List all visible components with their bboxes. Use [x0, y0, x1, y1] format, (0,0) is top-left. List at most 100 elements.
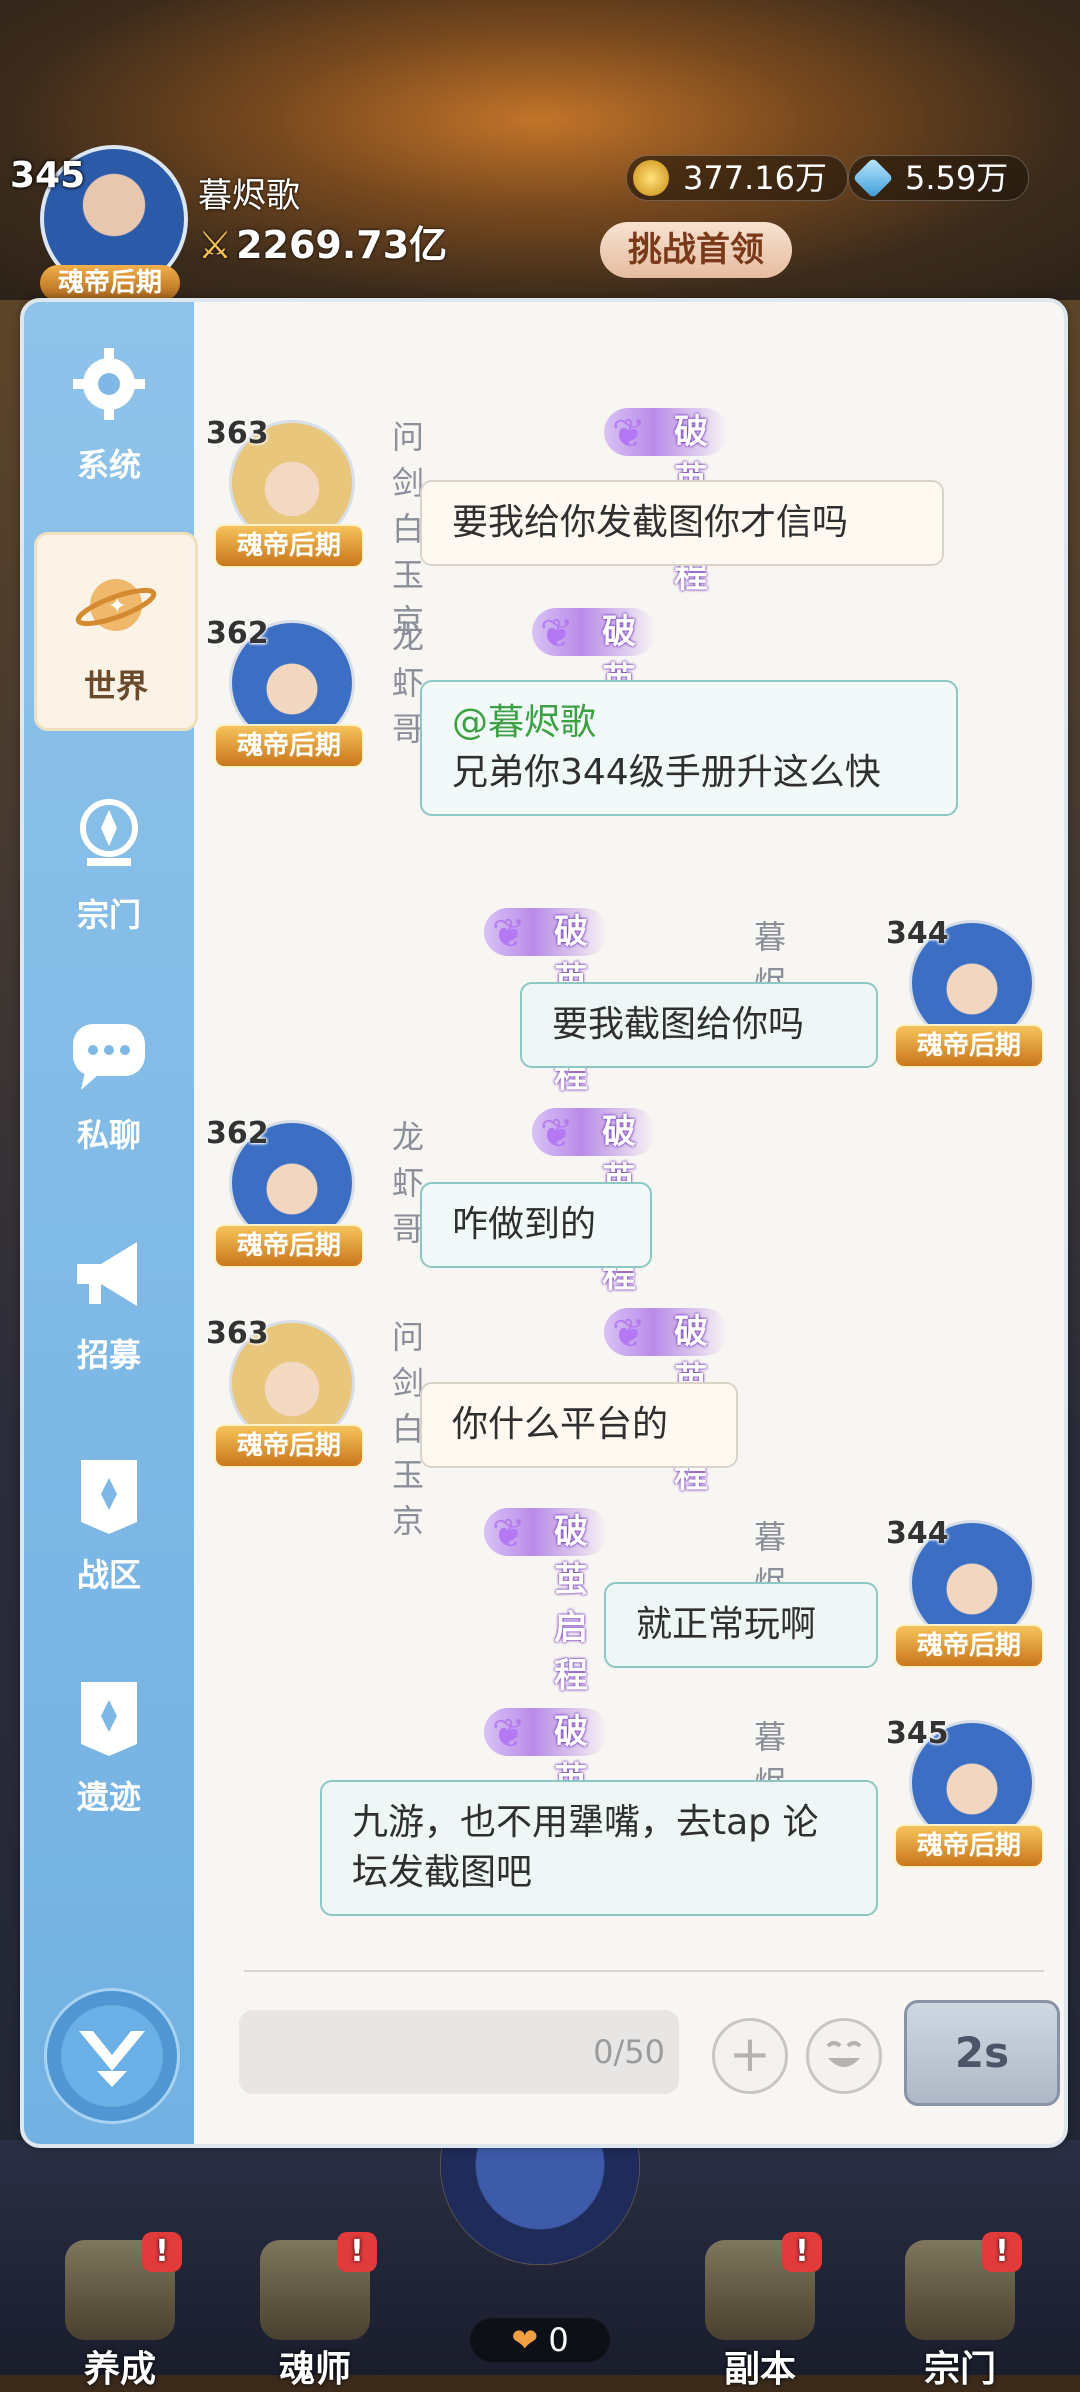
alert-badge: ! [142, 2232, 182, 2272]
message-text: 兄弟你344级手册升这么快 [452, 752, 881, 793]
sidebar-item-label: 战区 [76, 1556, 141, 1594]
collapse-chat-button[interactable] [44, 1988, 180, 2124]
title-text: 破茧启程 [554, 1512, 588, 1696]
alert-badge: ! [337, 2232, 377, 2272]
butterfly-icon: ❦ [540, 1111, 574, 1157]
sidebar-item-ruins[interactable]: 遗迹 [24, 1674, 194, 1818]
sender-level: 362 [206, 1116, 269, 1151]
sidebar-item-private-chat[interactable]: 私聊 [24, 1012, 194, 1156]
planet-icon: ✦ [75, 579, 157, 631]
player-power: ⚔ 2269.73亿 [198, 214, 447, 269]
nav-label: 养成 [83, 2349, 156, 2390]
player-name: 暮烬歌 [198, 176, 300, 216]
plus-icon: + [729, 2025, 771, 2083]
message-text: 就正常玩啊 [636, 1604, 817, 1645]
butterfly-icon: ❦ [540, 611, 574, 657]
title-badge: ❦ 破茧启程 [484, 1508, 608, 1696]
sidebar-item-world[interactable]: ✦ 世界 [34, 532, 198, 731]
power-value: 2269.73亿 [236, 223, 448, 267]
sect-emblem-icon [80, 799, 138, 866]
title-badge: ❦破茧启程 [532, 608, 656, 796]
flame-icon: ❤ [511, 2321, 539, 2359]
message-text: 九游，也不用犟嘴，去tap 论坛发截图吧 [352, 1802, 819, 1893]
title-badge: ❦破茧启程 [604, 408, 728, 596]
gold-currency[interactable]: 377.16万 [626, 155, 848, 201]
top-hud: 345 魂帝后期 暮烬歌 ⚔ 2269.73亿 377.16万 5.59万 挑战首… [0, 0, 1080, 301]
butterfly-icon: ❦ [492, 1511, 526, 1557]
emoji-button[interactable] [806, 2018, 882, 2094]
message-bubble[interactable]: 咋做到的 [420, 1182, 652, 1268]
sidebar-item-recruit[interactable]: 招募 [24, 1232, 194, 1376]
sender-rank-badge: 魂帝后期 [214, 1424, 364, 1468]
title-badge: ❦破茧启程 [484, 908, 608, 1096]
nav-item-sect[interactable]: ! 宗门 [880, 2232, 1040, 2392]
sender-avatar[interactable]: 344 魂帝后期 [886, 1516, 1044, 1670]
sender-avatar[interactable]: 362 魂帝后期 [206, 616, 364, 770]
sender-avatar[interactable]: 363 魂帝后期 [206, 416, 364, 570]
title-badge: ❦破茧启程 [532, 1108, 656, 1296]
alert-badge: ! [982, 2232, 1022, 2272]
sender-rank-badge: 魂帝后期 [214, 724, 364, 768]
sender-avatar[interactable]: 344 魂帝后期 [886, 916, 1044, 1070]
nav-label: 副本 [723, 2349, 796, 2390]
sender-level: 363 [206, 1316, 269, 1351]
banner-icon [81, 1460, 137, 1534]
sidebar-item-label: 宗门 [76, 896, 141, 934]
nav-item-cultivate[interactable]: ! 养成 [40, 2232, 200, 2392]
message-bubble[interactable]: 要我截图给你吗 [520, 982, 878, 1068]
chat-message-area: 363 魂帝后期 问剑白玉京 ❦破茧启程 要我给你发截图你才信吗 362 魂帝后… [194, 302, 1064, 2144]
alert-badge: ! [782, 2232, 822, 2272]
message-text: 你什么平台的 [452, 1404, 669, 1445]
message-text: 咋做到的 [452, 1204, 597, 1245]
sender-avatar[interactable]: 363 魂帝后期 [206, 1316, 364, 1470]
sidebar-item-label: 私聊 [76, 1116, 141, 1154]
butterfly-icon: ❦ [492, 1711, 526, 1757]
sidebar-item-label: 遗迹 [76, 1778, 141, 1816]
sender-level: 344 [886, 1516, 949, 1551]
chat-input[interactable]: 0/50 [239, 2010, 679, 2094]
sender-rank-badge: 魂帝后期 [894, 1824, 1044, 1868]
sidebar-item-war-zone[interactable]: 战区 [24, 1452, 194, 1596]
sidebar-item-label: 系统 [76, 446, 141, 484]
mention-text[interactable]: @暮烬歌 [452, 698, 926, 748]
plus-button[interactable]: + [712, 2018, 788, 2094]
input-divider [244, 1970, 1044, 1972]
gem-value: 5.59万 [905, 159, 1009, 197]
sidebar-item-sect[interactable]: 宗门 [24, 792, 194, 936]
butterfly-icon: ❦ [612, 1311, 646, 1357]
sender-rank-badge: 魂帝后期 [894, 1024, 1044, 1068]
svg-text:✦: ✦ [108, 594, 126, 619]
send-button[interactable]: 2s [904, 2000, 1060, 2106]
sender-avatar[interactable]: 362 魂帝后期 [206, 1116, 364, 1270]
gem-currency[interactable]: 5.59万 [848, 155, 1030, 201]
chat-panel: 系统 ✦ 世界 宗门 私聊 招募 战区 遗迹 363 魂帝后期 问剑白玉京 ❦ … [20, 298, 1068, 2148]
gold-coin-icon [633, 160, 669, 196]
relic-banner-icon [81, 1682, 137, 1756]
sender-level: 363 [206, 416, 269, 451]
sidebar-item-label: 世界 [83, 667, 148, 705]
channel-sidebar: 系统 ✦ 世界 宗门 私聊 招募 战区 遗迹 [24, 302, 198, 2144]
message-bubble[interactable]: 九游，也不用犟嘴，去tap 论坛发截图吧 [320, 1780, 878, 1916]
message-bubble[interactable]: @暮烬歌 兄弟你344级手册升这么快 [420, 680, 958, 816]
message-bubble[interactable]: 要我给你发截图你才信吗 [420, 480, 944, 566]
swords-icon: ⚔ [198, 223, 233, 267]
message-bubble[interactable]: 你什么平台的 [420, 1382, 738, 1468]
message-bubble[interactable]: 就正常玩啊 [604, 1582, 878, 1668]
char-counter: 0/50 [593, 2033, 665, 2071]
nav-item-soul-master[interactable]: ! 魂师 [235, 2232, 395, 2392]
count-value: 0 [548, 2321, 569, 2359]
sender-level: 362 [206, 616, 269, 651]
nav-item-dungeon[interactable]: ! 副本 [680, 2232, 840, 2392]
gold-value: 377.16万 [683, 159, 827, 197]
butterfly-icon: ❦ [492, 911, 526, 957]
nav-count: ❤ 0 [470, 2318, 610, 2362]
sender-avatar[interactable]: 345 魂帝后期 [886, 1716, 1044, 1870]
nav-label: 魂师 [278, 2349, 351, 2390]
challenge-boss-button[interactable]: 挑战首领 [600, 222, 792, 278]
smiley-icon [826, 2041, 862, 2067]
nav-label: 宗门 [923, 2349, 996, 2390]
player-level: 345 [10, 155, 86, 196]
sidebar-item-label: 招募 [76, 1336, 141, 1374]
title-badge: ❦破茧启程 [604, 1308, 728, 1496]
sidebar-item-system[interactable]: 系统 [24, 342, 194, 486]
